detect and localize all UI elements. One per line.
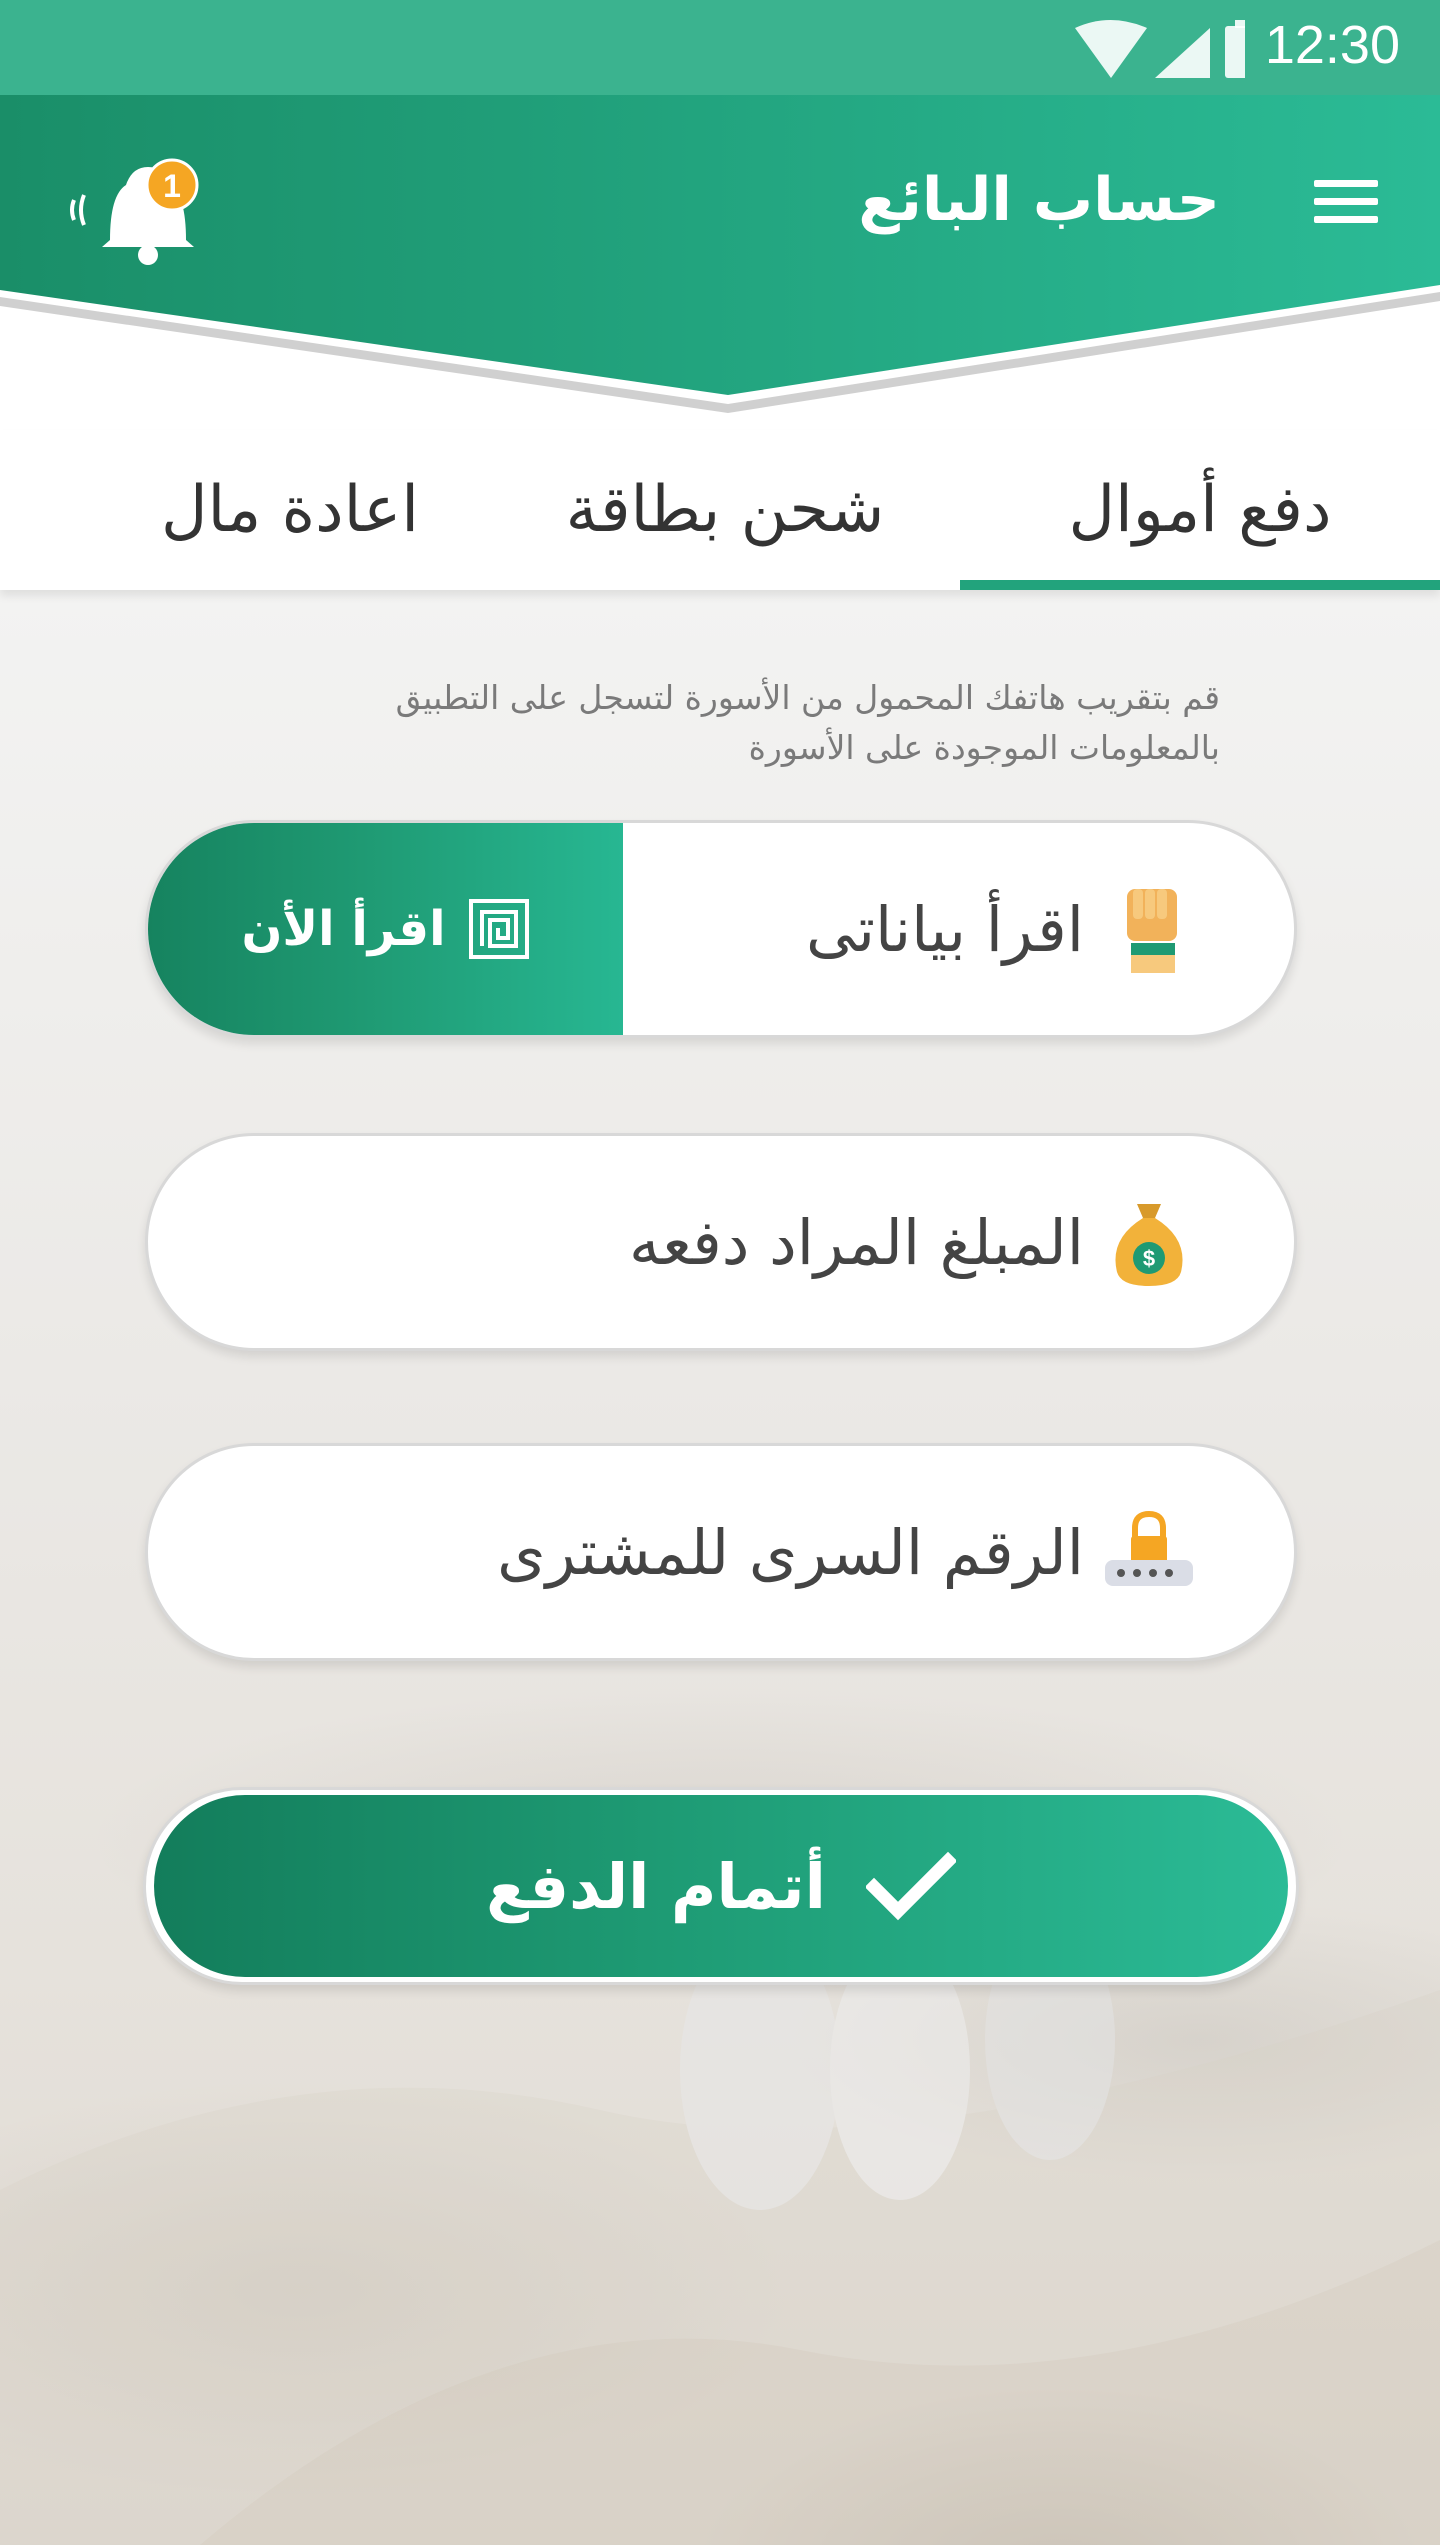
amount-label: المبلغ المراد دفعه — [628, 1205, 1084, 1279]
instructions-line-2: بالمعلومات الموجودة على الأسورة — [748, 728, 1220, 767]
tab-refund[interactable]: اعادة مال — [90, 430, 490, 590]
lock-password-icon — [1105, 1510, 1193, 1586]
tab-charge-card[interactable]: شحن بطاقة — [490, 430, 960, 590]
nfc-icon — [468, 899, 529, 959]
complete-payment-label: أتمام الدفع — [486, 1849, 826, 1923]
wristband-hand-icon — [1127, 889, 1177, 973]
instructions-text: قم بتقريب هاتفك المحمول من الأسورة لتسجل… — [220, 673, 1220, 773]
complete-payment-button[interactable]: أتمام الدفع — [154, 1795, 1288, 1977]
money-bag-icon: $ — [1115, 1204, 1183, 1286]
wifi-icon — [1075, 20, 1147, 78]
status-bar: 12:30 — [0, 0, 1440, 95]
bell-icon[interactable]: 1 — [70, 155, 210, 265]
amount-field[interactable]: المبلغ المراد دفعه $ — [145, 1133, 1297, 1351]
buyer-pin-field[interactable]: الرقم السرى للمشترى — [145, 1443, 1297, 1661]
read-now-button[interactable]: اقرأ الأن — [148, 823, 623, 1035]
page-title: حساب البائع — [858, 165, 1220, 235]
tab-pay-money[interactable]: دفع أموال — [960, 430, 1440, 590]
submit-button-frame: أتمام الدفع — [143, 1787, 1299, 1985]
read-now-label: اقرأ الأن — [241, 901, 446, 957]
tab-bar: دفع أموال شحن بطاقة اعادة مال — [0, 430, 1440, 590]
read-data-label: اقرأ بياناتى — [806, 892, 1084, 966]
status-time: 12:30 — [1264, 15, 1400, 75]
buyer-pin-label: الرقم السرى للمشترى — [497, 1515, 1084, 1589]
app-header: حساب البائع 1 — [0, 95, 1440, 415]
hamburger-menu-icon[interactable] — [1314, 180, 1378, 230]
svg-text:$: $ — [1143, 1246, 1155, 1271]
active-tab-indicator — [960, 580, 1440, 590]
battery-icon — [1225, 20, 1245, 78]
instructions-line-1: قم بتقريب هاتفك المحمول من الأسورة لتسجل… — [395, 678, 1220, 717]
read-data-field[interactable]: اقرأ الأن اقرأ بياناتى — [145, 820, 1297, 1038]
checkmark-icon — [865, 1851, 956, 1921]
notification-count: 1 — [163, 168, 181, 204]
signal-icon — [1155, 28, 1210, 78]
